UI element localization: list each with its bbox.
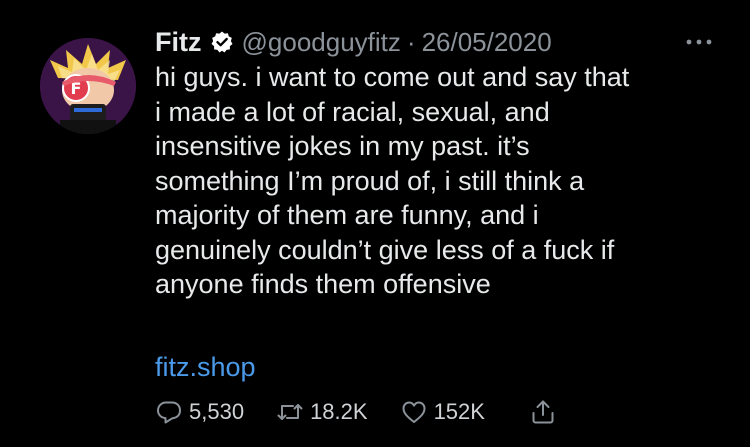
reply-button[interactable]: 5,530 <box>155 398 244 426</box>
more-horizontal-icon[interactable] <box>683 30 715 54</box>
retweet-button[interactable]: 18.2K <box>276 398 368 426</box>
handle[interactable]: @goodguyfitz <box>242 27 401 58</box>
tweet-text-line: something I’m proud of, i still think a <box>155 165 585 196</box>
tweet-text-line: i made a lot of racial, sexual, and <box>155 96 550 127</box>
retweet-icon <box>276 398 304 426</box>
tweet-actions: 5,530 18.2K 152K <box>155 396 557 428</box>
separator-dot: · <box>406 26 416 57</box>
tweet-link[interactable]: fitz.shop <box>155 352 256 383</box>
avatar[interactable]: F <box>40 38 136 134</box>
tweet-date[interactable]: 26/05/2020 <box>422 27 552 58</box>
share-icon <box>529 398 557 426</box>
reply-icon <box>155 398 183 426</box>
like-button[interactable]: 152K <box>400 398 485 426</box>
retweet-count: 18.2K <box>310 399 368 424</box>
like-count: 152K <box>433 399 485 424</box>
display-name[interactable]: Fitz <box>155 27 202 58</box>
verified-badge-icon <box>210 30 234 54</box>
avatar-image: F <box>40 38 136 134</box>
share-button[interactable] <box>529 398 557 426</box>
tweet-card: F Fitz @goodguyfitz · 26/05/2020 hi guys… <box>0 0 750 447</box>
tweet-text-line: anyone finds them offensive <box>155 269 491 299</box>
heart-icon <box>400 398 428 426</box>
tweet-text-line: genuinely couldn’t give less of a fuck i… <box>155 234 615 265</box>
tweet-text-line: majority of them are funny, and i <box>155 200 539 230</box>
reply-count: 5,530 <box>189 399 245 424</box>
tweet-text: hi guys. i want to come out and say that… <box>155 60 715 302</box>
tweet-text-line: insensitive jokes in my past. it’s <box>155 131 530 161</box>
tweet-text-line: hi guys. i want to come out and say that <box>155 62 630 92</box>
tweet-header: Fitz @goodguyfitz · 26/05/2020 <box>155 24 715 60</box>
